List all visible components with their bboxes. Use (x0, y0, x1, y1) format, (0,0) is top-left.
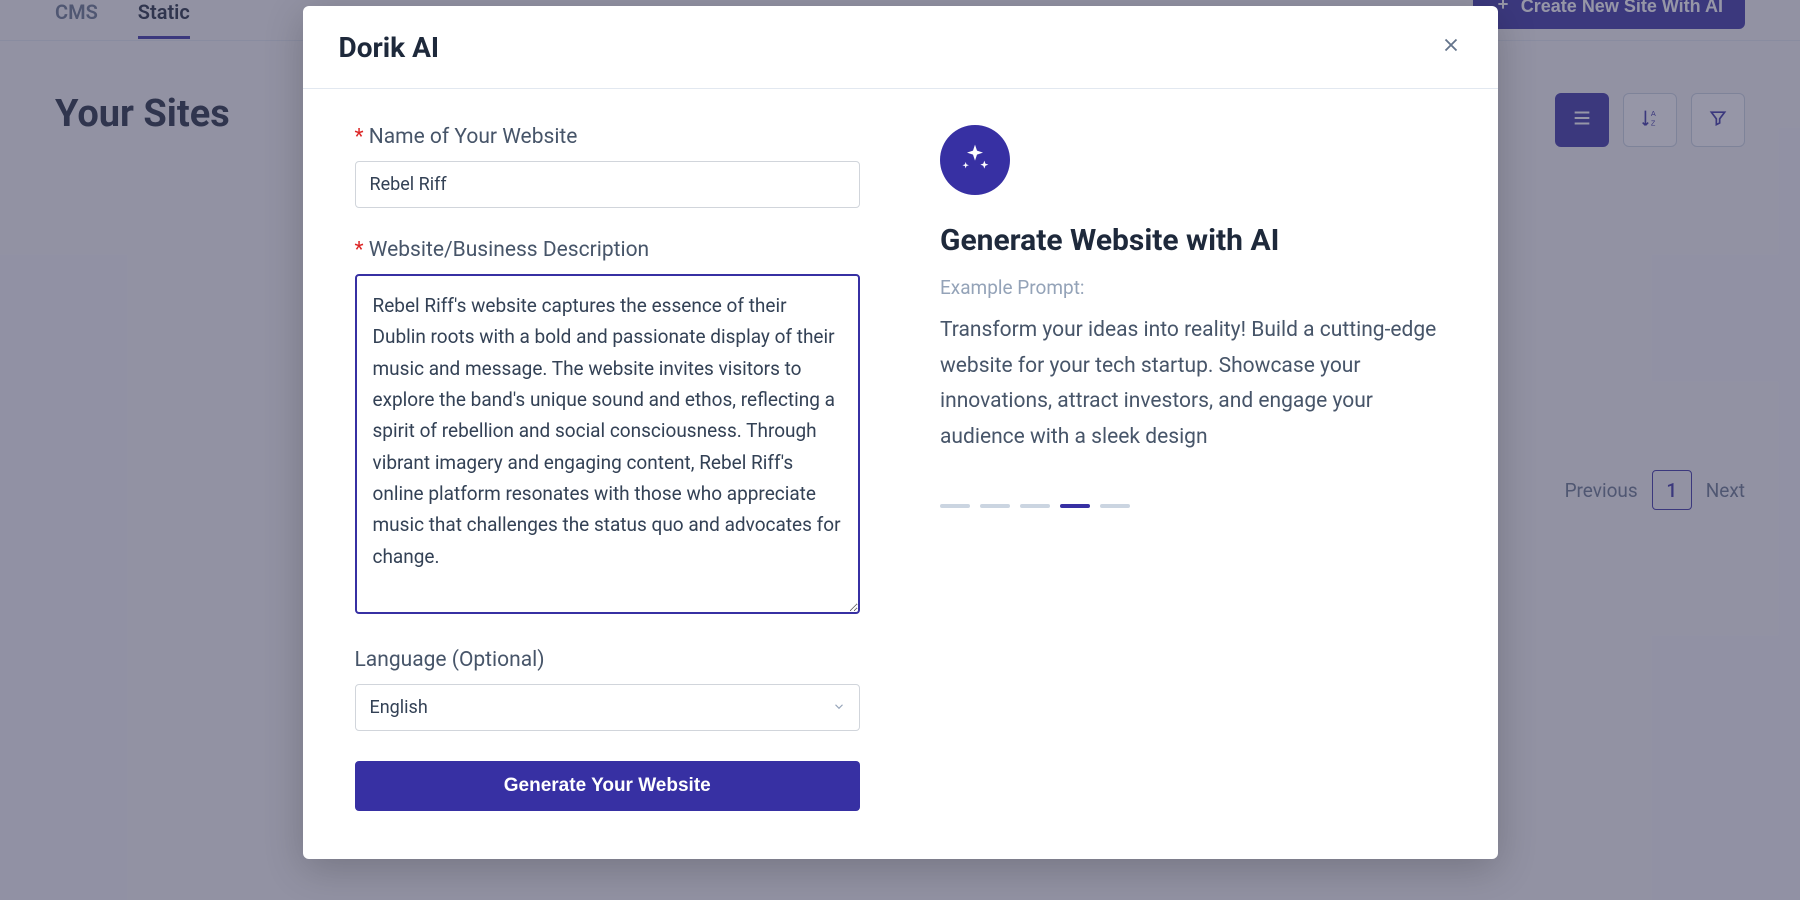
website-name-input[interactable] (355, 161, 861, 208)
dorik-ai-modal: Dorik AI Name of Your Website Website/Bu… (303, 6, 1498, 859)
modal-info-column: Generate Website with AI Example Prompt:… (940, 125, 1446, 811)
info-subheading: Example Prompt: (940, 276, 1446, 299)
language-select[interactable]: English (355, 684, 861, 731)
carousel-dot-4[interactable] (1060, 504, 1090, 508)
sparkle-icon (959, 142, 991, 178)
language-label: Language (Optional) (355, 648, 861, 672)
info-heading: Generate Website with AI (940, 223, 1446, 258)
close-button[interactable] (1436, 30, 1466, 64)
modal-overlay: Dorik AI Name of Your Website Website/Bu… (0, 0, 1800, 900)
info-body: Transform your ideas into reality! Build… (940, 313, 1446, 456)
carousel-dot-2[interactable] (980, 504, 1010, 508)
modal-form-column: Name of Your Website Website/Business De… (355, 125, 861, 811)
modal-title: Dorik AI (339, 31, 440, 64)
carousel-dot-3[interactable] (1020, 504, 1050, 508)
website-desc-label: Website/Business Description (355, 238, 861, 262)
carousel-indicators (940, 504, 1446, 508)
close-icon (1440, 41, 1462, 60)
website-name-label: Name of Your Website (355, 125, 861, 149)
modal-header: Dorik AI (303, 6, 1498, 89)
generate-website-button[interactable]: Generate Your Website (355, 761, 861, 811)
carousel-dot-5[interactable] (1100, 504, 1130, 508)
carousel-dot-1[interactable] (940, 504, 970, 508)
ai-sparkle-badge (940, 125, 1010, 195)
website-desc-textarea[interactable] (355, 274, 861, 614)
